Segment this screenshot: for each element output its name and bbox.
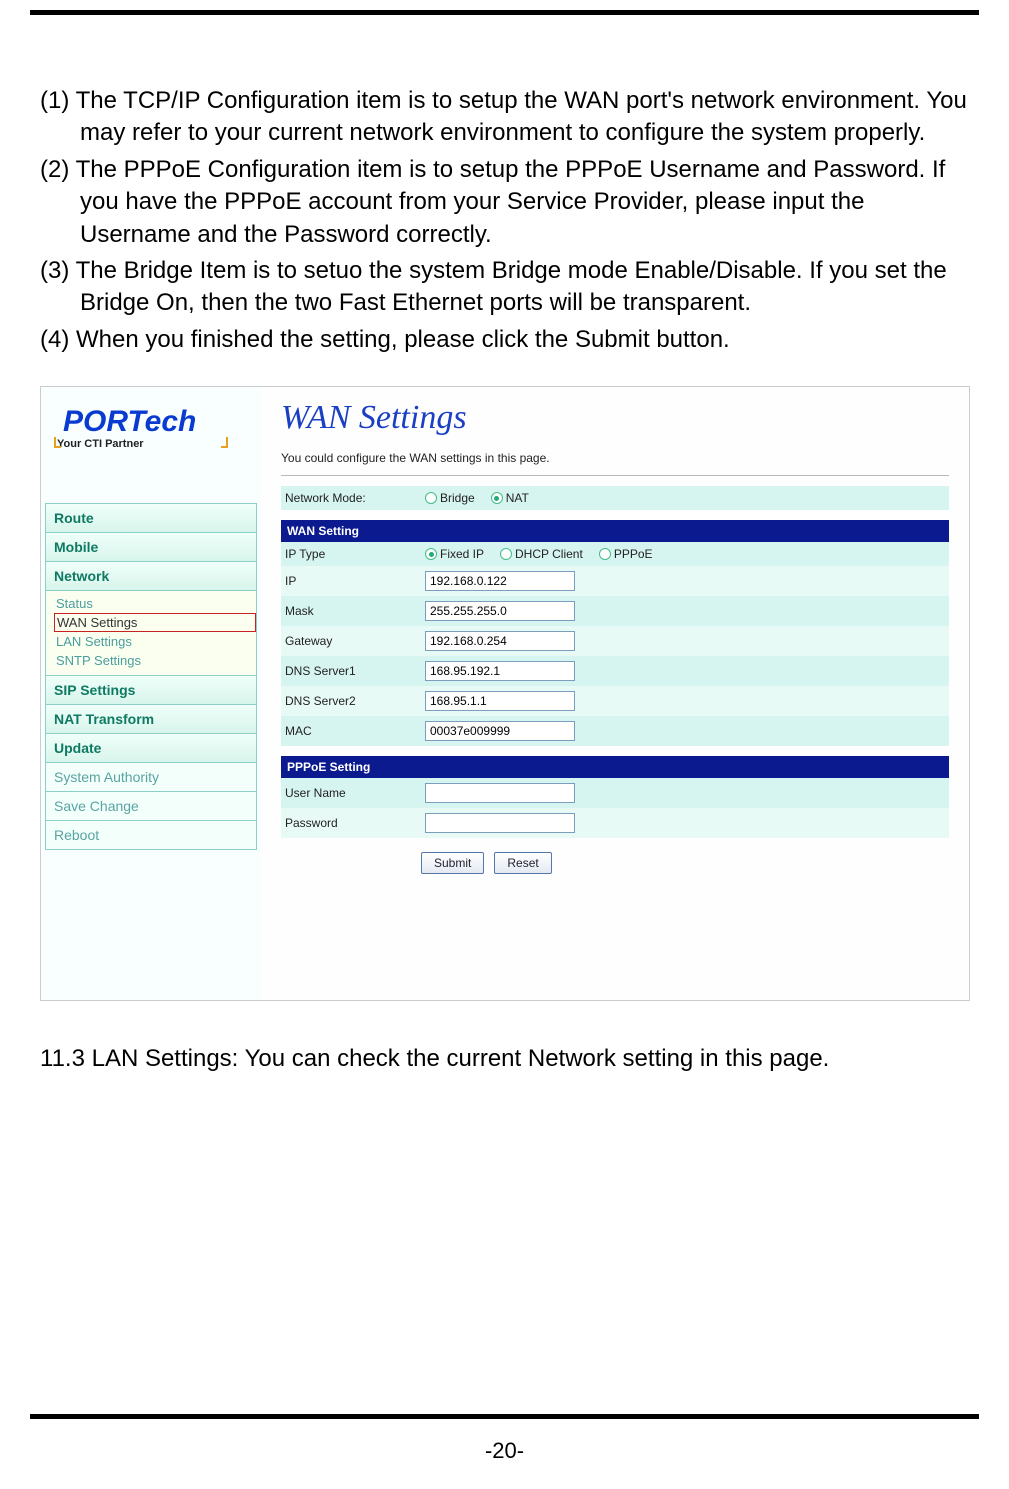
pppoe-pass-label: Password [281,811,421,835]
pppoe-pass-input[interactable] [425,813,575,833]
radio-bridge[interactable]: Bridge [425,491,475,505]
nav-route[interactable]: Route [45,504,256,533]
mask-label: Mask [281,599,421,623]
wan-settings-screenshot: PORTech Your CTI Partner Route Mobile Ne… [40,386,970,1001]
main-panel: WAN Settings You could configure the WAN… [261,387,969,1000]
ip-input[interactable] [425,571,575,591]
nav-network-sub: Status WAN Settings LAN Settings SNTP Se… [45,591,256,676]
svg-text:Your CTI Partner: Your CTI Partner [57,438,144,450]
page-title: WAN Settings [281,399,949,437]
nav-nat[interactable]: NAT Transform [45,705,256,734]
radio-nat[interactable]: NAT [491,491,529,505]
pppoe-user-label: User Name [281,781,421,805]
radio-pppoe-label: PPPoE [614,547,653,561]
nav-sntp-settings[interactable]: SNTP Settings [54,651,256,670]
nav-network[interactable]: Network [45,562,256,591]
page-desc: You could configure the WAN settings in … [281,451,949,465]
gateway-label: Gateway [281,629,421,653]
radio-dhcp-label: DHCP Client [515,547,583,561]
iptype-label: IP Type [281,542,421,566]
network-mode-label: Network Mode: [281,486,421,510]
radio-icon [491,492,503,504]
nav-mobile[interactable]: Mobile [45,533,256,562]
instruction-4: (4) When you finished the setting, pleas… [40,324,969,356]
gateway-input[interactable] [425,631,575,651]
submit-button[interactable]: Submit [421,852,484,874]
instruction-2: (2) The PPPoE Configuration item is to s… [40,154,969,251]
radio-icon [425,548,437,560]
radio-pppoe[interactable]: PPPoE [599,547,653,561]
nav-status[interactable]: Status [54,594,256,613]
radio-fixed-label: Fixed IP [440,547,484,561]
instruction-3: (3) The Bridge Item is to setuo the syst… [40,255,969,320]
radio-nat-label: NAT [506,491,529,505]
mask-input[interactable] [425,601,575,621]
nav-reboot[interactable]: Reboot [45,821,256,850]
svg-text:PORTech: PORTech [63,405,196,438]
radio-icon [425,492,437,504]
mac-label: MAC [281,719,421,743]
dns1-label: DNS Server1 [281,659,421,683]
dns2-input[interactable] [425,691,575,711]
nav: Route Mobile Network Status WAN Settings… [45,503,257,850]
nav-sysauth[interactable]: System Authority [45,763,256,792]
radio-fixed-ip[interactable]: Fixed IP [425,547,484,561]
nav-savechange[interactable]: Save Change [45,792,256,821]
section-11-3: 11.3 LAN Settings: You can check the cur… [40,1041,969,1077]
pppoe-setting-head: PPPoE Setting [281,756,949,778]
radio-icon [599,548,611,560]
sidebar: PORTech Your CTI Partner Route Mobile Ne… [41,387,261,1000]
nav-wan-settings[interactable]: WAN Settings [54,613,256,632]
logo: PORTech Your CTI Partner [45,397,257,473]
nav-lan-settings[interactable]: LAN Settings [54,632,256,651]
radio-bridge-label: Bridge [440,491,475,505]
mac-input[interactable] [425,721,575,741]
dns2-label: DNS Server2 [281,689,421,713]
pppoe-user-input[interactable] [425,783,575,803]
nav-sip[interactable]: SIP Settings [45,676,256,705]
instruction-1: (1) The TCP/IP Configuration item is to … [40,85,969,150]
ip-label: IP [281,569,421,593]
wan-setting-head: WAN Setting [281,520,949,542]
reset-button[interactable]: Reset [494,852,551,874]
radio-dhcp[interactable]: DHCP Client [500,547,583,561]
page-number: -20- [0,1438,1009,1464]
nav-update[interactable]: Update [45,734,256,763]
radio-icon [500,548,512,560]
dns1-input[interactable] [425,661,575,681]
